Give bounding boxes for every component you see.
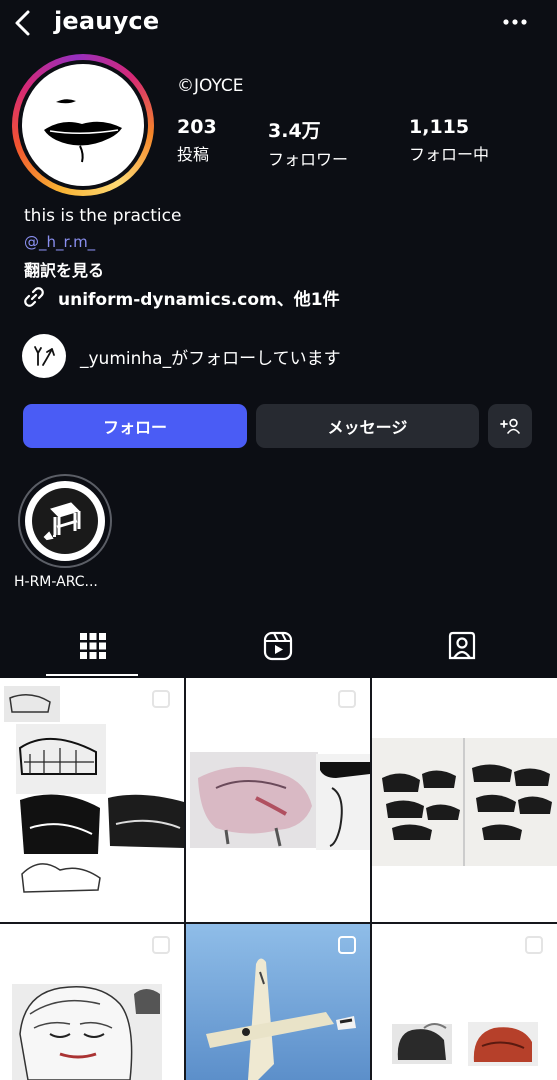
stat-posts[interactable]: 203 投稿 [177, 116, 217, 165]
profile-tabs [0, 620, 557, 678]
display-name: ©JOYCE [177, 76, 244, 96]
see-translation-link[interactable]: 翻訳を見る [24, 257, 104, 281]
post-thumbnail[interactable] [0, 678, 184, 922]
avatar [22, 64, 144, 186]
followers-label: フォロワー [268, 150, 349, 169]
profile-username: jeauyce [54, 7, 160, 35]
external-link-text: uniform-dynamics.com、他1件 [58, 289, 340, 310]
following-count: 1,115 [409, 116, 470, 138]
suggested-accounts-button[interactable] [488, 404, 532, 448]
back-arrow-icon[interactable] [12, 8, 34, 38]
stat-followers[interactable]: 3.4万 フォロワー [268, 116, 348, 170]
top-bar: jeauyce [0, 0, 557, 46]
active-tab-indicator [46, 674, 138, 676]
stat-following[interactable]: 1,115 フォロー中 [409, 116, 489, 165]
post-thumbnail[interactable] [372, 678, 557, 922]
post-thumbnail[interactable] [186, 924, 370, 1080]
multiple-photos-icon [152, 690, 170, 708]
message-button[interactable]: メッセージ [256, 404, 479, 448]
multiple-photos-icon [338, 936, 356, 954]
mutual-follower-avatar [22, 334, 66, 378]
followers-count: 3.4万 [268, 120, 321, 142]
post-thumbnail[interactable] [0, 924, 184, 1080]
multiple-photos-icon [525, 936, 543, 954]
grid-icon[interactable] [77, 630, 109, 662]
external-link[interactable]: uniform-dynamics.com、他1件 [22, 284, 340, 310]
bio-mention-link[interactable]: @_h_r.m_ [24, 233, 95, 251]
highlight-cover [25, 481, 105, 561]
add-person-icon [500, 418, 520, 434]
bio-text: this is the practice [24, 206, 182, 226]
posts-grid [0, 678, 557, 1080]
post-thumbnail[interactable] [186, 678, 370, 922]
more-options-icon[interactable] [500, 10, 530, 34]
posts-count: 203 [177, 116, 217, 138]
highlight-label: H-RM-ARC... [14, 574, 98, 590]
link-icon [24, 287, 44, 307]
follow-button[interactable]: フォロー [23, 404, 247, 448]
avatar-story-ring[interactable] [12, 54, 154, 196]
multiple-photos-icon [338, 690, 356, 708]
post-thumbnail[interactable] [372, 924, 557, 1080]
mutual-followers[interactable]: _yuminha_がフォローしています [22, 334, 341, 378]
multiple-photos-icon [152, 936, 170, 954]
tagged-icon[interactable] [446, 630, 478, 662]
mutual-followers-text: _yuminha_がフォローしています [80, 348, 341, 369]
posts-label: 投稿 [177, 145, 210, 164]
story-highlight[interactable] [18, 474, 112, 568]
reels-icon[interactable] [262, 630, 294, 662]
following-label: フォロー中 [409, 145, 490, 164]
